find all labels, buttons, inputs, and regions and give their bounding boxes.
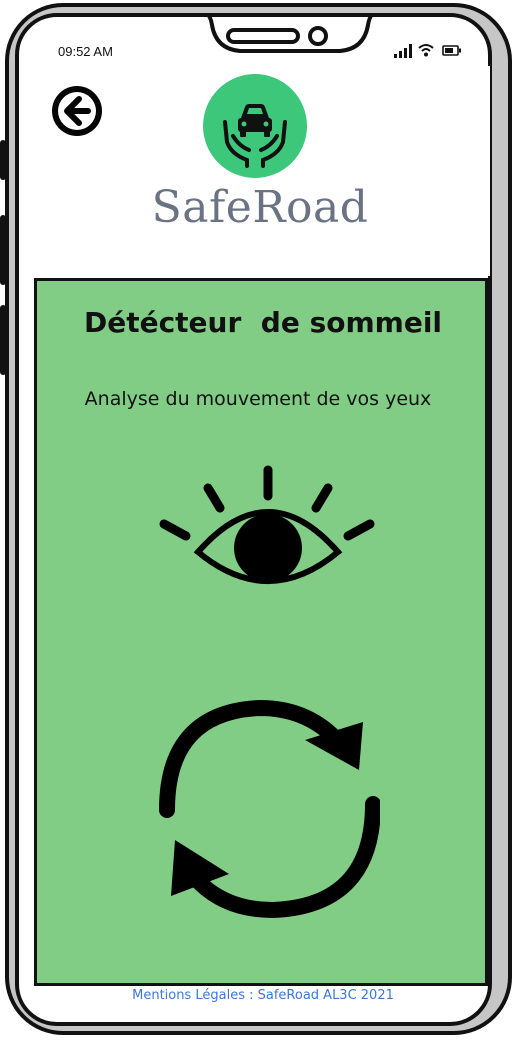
eye-icon [159,465,375,584]
phone-side-button [0,305,6,375]
signal-icon [394,44,412,58]
status-bar: 09:52 AM [0,0,521,59]
car-hands-icon [223,104,287,168]
battery-icon [442,45,461,56]
refresh-icon[interactable] [155,700,380,920]
legal-mentions-link[interactable]: Mentions Légales : SafeRoad AL3C 2021 [36,988,490,1003]
arrow-left-icon [58,92,96,130]
brand-name: SafeRoad [151,182,369,233]
status-time: 09:52 AM [58,44,113,59]
phone-side-button [0,140,6,180]
page-subtitle: Analyse du mouvement de vos yeux [84,388,432,410]
phone-side-button [0,215,6,285]
app-logo [203,74,307,178]
back-button[interactable] [52,86,102,136]
page-title: Détécteur de sommeil [83,306,443,339]
wifi-icon [418,44,434,57]
